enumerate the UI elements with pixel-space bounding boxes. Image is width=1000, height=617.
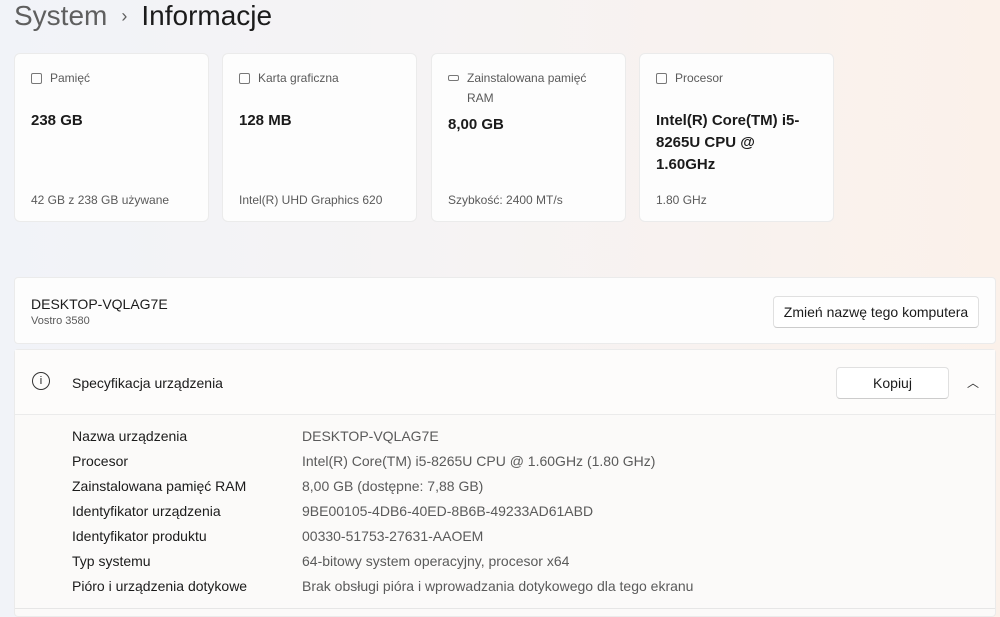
cpu-card: Procesor Intel(R) Core(TM) i5-8265U CPU … xyxy=(639,53,834,222)
card-sub: 42 GB z 238 GB używane xyxy=(31,193,170,207)
card-sub: Szybkość: 2400 MT/s xyxy=(448,193,563,207)
gpu-icon xyxy=(239,73,250,84)
card-label: Procesor xyxy=(675,71,724,85)
spec-value: 8,00 GB (dostępne: 7,88 GB) xyxy=(302,477,484,494)
card-label: Pamięć xyxy=(50,71,91,85)
card-value: 238 GB xyxy=(31,112,83,129)
chevron-up-icon[interactable]: ︿ xyxy=(967,374,979,391)
cpu-icon xyxy=(656,73,667,84)
card-value: 8,00 GB xyxy=(448,116,504,133)
spec-value: 00330-51753-27631-AAOEM xyxy=(302,527,484,544)
spec-list: Nazwa urządzenia DESKTOP-VQLAG7E Procesor… xyxy=(15,415,995,598)
spec-title: Specyfikacja urządzenia xyxy=(72,375,223,391)
info-icon: i xyxy=(32,372,50,390)
device-name: DESKTOP-VQLAG7E xyxy=(31,296,168,312)
spec-row: Zainstalowana pamięć RAM 8,00 GB (dostępn… xyxy=(72,473,995,498)
spec-value: DESKTOP-VQLAG7E xyxy=(302,427,439,444)
spec-row: Pióro i urządzenia dotykowe Brak obsługi … xyxy=(72,573,995,598)
storage-icon xyxy=(31,73,42,84)
card-value: 128 MB xyxy=(239,112,292,129)
card-label: Zainstalowana pamięć RAM xyxy=(467,71,587,105)
rename-pc-button[interactable]: Zmień nazwę tego komputera xyxy=(773,296,979,328)
card-label: Karta graficzna xyxy=(258,71,339,85)
copy-button[interactable]: Kopiuj xyxy=(836,367,949,399)
breadcrumb-system[interactable]: System xyxy=(14,0,107,32)
spec-value: Brak obsługi pióra i wprowadzania dotyko… xyxy=(302,577,694,594)
ram-icon xyxy=(448,75,459,81)
spec-value: Intel(R) Core(TM) i5-8265U CPU @ 1.60GHz… xyxy=(302,452,656,469)
divider xyxy=(15,608,995,609)
spec-row: Identyfikator urządzenia 9BE00105-4DB6-40… xyxy=(72,498,995,523)
spec-key: Procesor xyxy=(72,452,129,469)
card-sub: 1.80 GHz xyxy=(656,193,707,207)
device-spec-panel: i Specyfikacja urządzenia Kopiuj ︿ Nazwa… xyxy=(14,349,996,617)
spec-key: Typ systemu xyxy=(72,552,151,569)
spec-key: Identyfikator produktu xyxy=(72,527,207,544)
breadcrumb: System › Informacje xyxy=(14,0,272,32)
page-title: Informacje xyxy=(141,0,273,31)
device-name-panel: DESKTOP-VQLAG7E Vostro 3580 Zmień nazwę … xyxy=(14,277,996,344)
spec-key: Identyfikator urządzenia xyxy=(72,502,221,519)
spec-header[interactable]: i Specyfikacja urządzenia Kopiuj ︿ xyxy=(15,350,995,415)
spec-value: 64-bitowy system operacyjny, procesor x6… xyxy=(302,552,570,569)
spec-key: Zainstalowana pamięć RAM xyxy=(72,477,247,494)
spec-key: Pióro i urządzenia dotykowe xyxy=(72,577,248,594)
spec-row: Typ systemu 64-bitowy system operacyjny, … xyxy=(72,548,995,573)
card-sub: Intel(R) UHD Graphics 620 xyxy=(239,193,383,207)
ram-card: Zainstalowana pamięć RAM 8,00 GB Szybkoś… xyxy=(431,53,626,222)
spec-row: Identyfikator produktu 00330-51753-27631-… xyxy=(72,523,995,548)
device-model: Vostro 3580 xyxy=(31,315,90,327)
chevron-right-icon: › xyxy=(121,5,128,26)
spec-row: Procesor Intel(R) Core(TM) i5-8265U CPU @… xyxy=(72,448,995,473)
card-value: Intel(R) Core(TM) i5-8265U CPU @ 1.60GHz xyxy=(656,112,800,173)
spec-value: 9BE00105-4DB6-40ED-8B6B-49233AD61ABD xyxy=(302,502,594,519)
spec-row: Nazwa urządzenia DESKTOP-VQLAG7E xyxy=(72,423,995,448)
gpu-card: Karta graficzna 128 MB Intel(R) UHD Grap… xyxy=(222,53,417,222)
spec-key: Nazwa urządzenia xyxy=(72,427,188,444)
storage-card: Pamięć 238 GB 42 GB z 238 GB używane xyxy=(14,53,209,222)
